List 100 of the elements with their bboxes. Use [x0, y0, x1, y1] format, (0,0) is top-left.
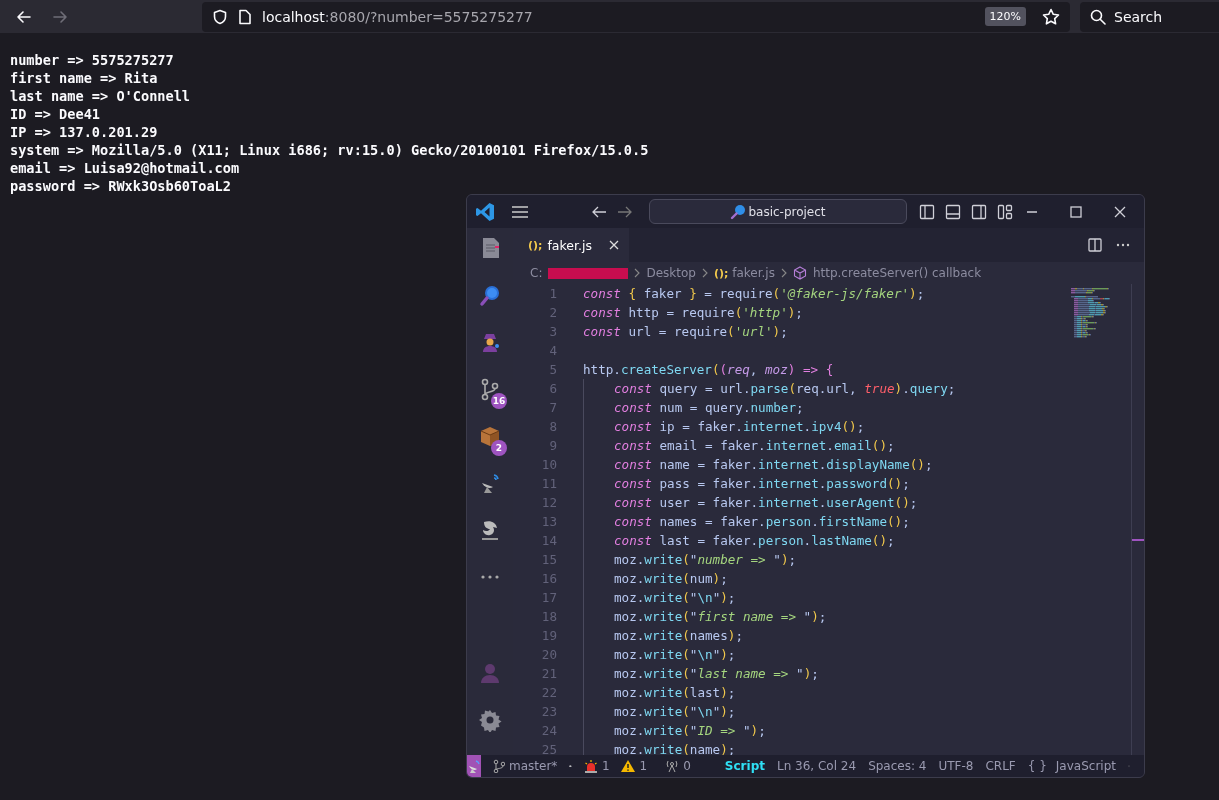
line-number: 12 — [540, 494, 557, 512]
broadcast-icon — [665, 759, 680, 773]
close-icon[interactable] — [1114, 205, 1126, 218]
menu-icon[interactable] — [511, 204, 529, 219]
code-line: moz.write("last name => "); — [583, 664, 819, 683]
split-editor-icon[interactable] — [1088, 238, 1102, 252]
forward-icon[interactable] — [617, 204, 633, 219]
code-line: moz.write("\n"); — [583, 702, 736, 721]
output-line: system => Mozilla/5.0 (X11; Linux i686; rv:15.0) Gecko/20100101 Firefox/15.0.5 — [10, 141, 649, 159]
code-line: const { faker } = require('@faker-js/faker'); — [583, 285, 925, 303]
gear-icon[interactable] — [478, 708, 502, 732]
cursor-position[interactable]: Ln 36, Col 24 — [776, 759, 857, 773]
line-number: 21 — [540, 665, 557, 683]
line-number: 17 — [540, 589, 557, 607]
output-line: ID => Dee41 — [10, 105, 101, 123]
code-line: moz.write(num); — [583, 569, 728, 588]
line-number: 25 — [540, 741, 557, 759]
maximize-icon[interactable] — [1070, 205, 1082, 218]
line-number: 20 — [540, 646, 557, 664]
scrollbar[interactable] — [1131, 284, 1144, 755]
ports-button[interactable]: 0 — [665, 759, 691, 773]
search-icon[interactable] — [478, 283, 502, 307]
code-line: const query = url.parse(req.url, true).query; — [583, 379, 956, 398]
chevron-icon — [780, 268, 787, 278]
panel-toggle-icon[interactable] — [945, 203, 961, 220]
mode-label[interactable]: Script — [724, 759, 765, 773]
line-number: 22 — [540, 684, 557, 702]
code-line: moz.write("number => "); — [583, 550, 797, 569]
zoom-badge[interactable]: 120% — [984, 7, 1026, 26]
line-ending-button[interactable]: CRLF — [985, 759, 1016, 773]
line-number: 6 — [548, 380, 557, 398]
code-line: const user = faker.internet.userAgent(); — [583, 493, 918, 512]
indentation-button[interactable]: Spaces: 4 — [868, 759, 927, 773]
breadcrumb-item[interactable]: (); faker.js — [713, 266, 775, 280]
output-line: password => RWxk3Osb60ToaL2 — [10, 177, 231, 195]
code-line: const http = require('http'); — [583, 304, 803, 322]
bookmark-star-icon[interactable] — [1042, 7, 1060, 26]
line-number: 15 — [540, 551, 557, 569]
satellite-dish-icon — [467, 759, 481, 773]
line-number: 16 — [540, 570, 557, 588]
code-line: const url = require('url'); — [583, 323, 788, 341]
layout-icon[interactable] — [997, 203, 1013, 220]
line-number: 4 — [548, 342, 557, 360]
line-number: 9 — [548, 437, 557, 455]
chevron-icon — [701, 268, 708, 278]
code-line: moz.write(names); — [583, 626, 743, 645]
output-line: IP => 137.0.201.29 — [10, 123, 158, 141]
code-line: const last = faker.person.lastName(); — [583, 531, 895, 550]
line-number: 19 — [540, 627, 557, 645]
code-line: http.createServer((req, moz) => { — [583, 361, 834, 379]
secondary-sidebar-icon[interactable] — [971, 203, 987, 220]
language-button[interactable]: { } JavaScript — [1027, 759, 1116, 773]
output-line: first name => Rita — [10, 69, 158, 87]
search-icon — [1090, 8, 1106, 25]
code-line: const names = faker.person.firstName(); — [583, 512, 910, 531]
line-number: 10 — [540, 456, 557, 474]
code-line: const pass = faker.internet.password(); — [583, 474, 910, 493]
branch-button[interactable]: master* — [493, 759, 558, 773]
shield-icon[interactable] — [212, 8, 228, 25]
line-number: 13 — [540, 513, 557, 531]
code-line: const name = faker.internet.displayName(); — [583, 455, 933, 474]
problems-button[interactable]: 1 1 — [583, 759, 654, 773]
siren-icon — [583, 759, 598, 773]
breadcrumb-item[interactable]: Desktop — [646, 266, 696, 280]
line-number: 18 — [540, 608, 557, 626]
line-number: 5 — [548, 361, 557, 379]
code-line: moz.write("ID => "); — [583, 721, 766, 740]
cube-icon — [792, 266, 807, 280]
line-number: 8 — [548, 418, 557, 436]
output-line: last name => O'Connell — [10, 87, 191, 105]
code-line: const email = faker.internet.email(); — [583, 436, 895, 455]
search-field[interactable]: Search — [1080, 1, 1219, 32]
line-number: 11 — [540, 475, 557, 493]
code-line: moz.write("\n"); — [583, 645, 736, 664]
line-number: 23 — [540, 703, 557, 721]
breadcrumb-item[interactable]: http.createServer() callback — [812, 266, 982, 280]
line-number: 2 — [548, 304, 557, 322]
remote-button[interactable] — [467, 755, 481, 777]
command-center[interactable]: basic-project — [649, 199, 907, 224]
code-line: moz.write(last); — [583, 683, 736, 702]
encoding-button[interactable]: UTF-8 — [938, 759, 974, 773]
page-icon[interactable] — [238, 8, 252, 25]
warning-icon — [619, 759, 636, 773]
line-number: 1 — [548, 285, 557, 303]
editor-tab[interactable]: (); faker.js — [513, 228, 629, 262]
app-logo-icon — [475, 201, 495, 222]
sidebar-toggle-icon[interactable] — [919, 203, 935, 220]
close-icon[interactable] — [608, 240, 619, 250]
scroll-marker — [1132, 539, 1144, 541]
code-line: const ip = faker.internet.ipv4(); — [583, 417, 865, 436]
url-text: localhost:8080/?number=5575275277 — [262, 8, 534, 25]
address-bar[interactable]: localhost:8080/?number=5575275277 120% — [202, 1, 1070, 32]
back-icon[interactable] — [591, 204, 607, 219]
output-line: email => Luisa92@hotmail.com — [10, 159, 240, 177]
line-number: 24 — [540, 722, 557, 740]
back-icon[interactable] — [16, 8, 32, 25]
project-name: basic-project — [748, 204, 826, 219]
line-number: 3 — [548, 323, 557, 341]
code-line: const num = query.number; — [583, 398, 804, 417]
breadcrumb-item[interactable]: C: — [530, 266, 543, 280]
